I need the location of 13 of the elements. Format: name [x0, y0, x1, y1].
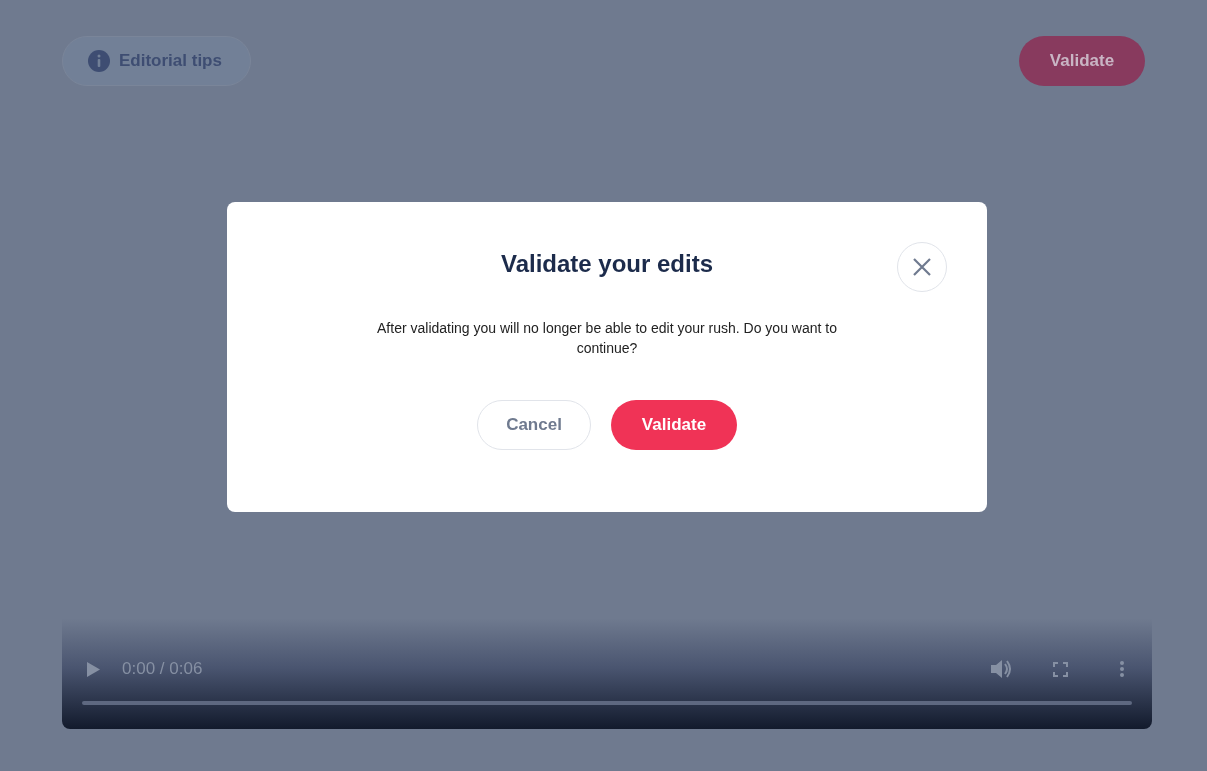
close-icon [913, 258, 931, 276]
cancel-button[interactable]: Cancel [477, 400, 591, 450]
fullscreen-icon[interactable] [1053, 661, 1068, 677]
close-button[interactable] [897, 242, 947, 292]
validate-button[interactable]: Validate [611, 400, 737, 450]
dialog-message: After validating you will no longer be able to edit your rush. Do you want to continue? [376, 319, 838, 358]
volume-icon[interactable] [991, 659, 1013, 679]
time-display: 0:00 / 0:06 [122, 658, 203, 681]
validate-button[interactable]: Validate [1019, 36, 1145, 86]
more-options-icon[interactable] [1120, 661, 1124, 677]
info-icon [88, 50, 110, 72]
play-icon[interactable] [87, 661, 100, 677]
dialog-title: Validate your edits [500, 249, 714, 279]
